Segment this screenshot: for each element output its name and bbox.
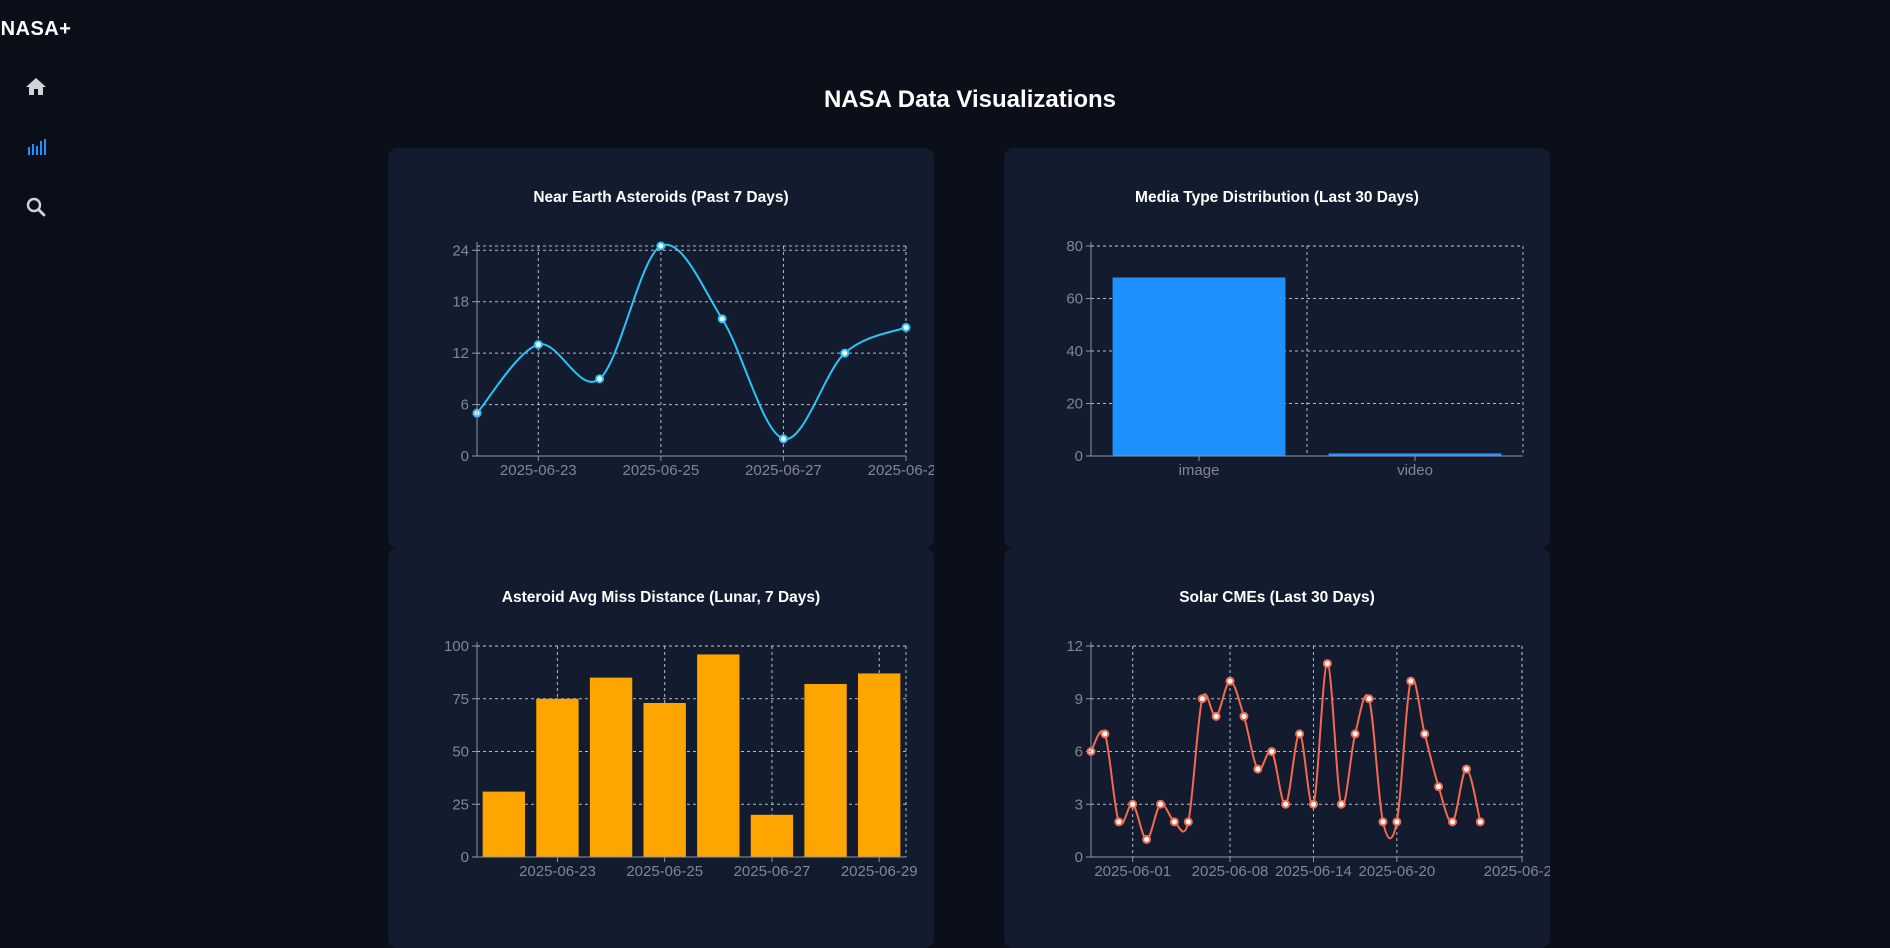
y-tick-label: 9 <box>1075 691 1083 708</box>
grid <box>1091 645 1523 857</box>
data-point[interactable] <box>1267 747 1277 756</box>
miss-distance-card: Asteroid Avg Miss Distance (Lunar, 7 Day… <box>388 548 934 948</box>
x-tick-label: 2025-06-23 <box>519 863 596 880</box>
asteroids-chart: 0 6 12 18 24 2025-06-23 2025-06-25 2025-06-27 20… <box>452 241 934 479</box>
data-point[interactable] <box>1461 764 1471 774</box>
data-point[interactable] <box>1434 782 1444 792</box>
bar[interactable] <box>536 698 579 857</box>
y-tick-label: 6 <box>1075 744 1083 761</box>
y-tick-label: 0 <box>461 849 469 866</box>
x-tick-label: 2025-06-25 <box>626 863 703 880</box>
data-point[interactable] <box>901 322 911 332</box>
y-tick-label: 75 <box>452 691 469 708</box>
y-tick-label: 0 <box>1075 849 1083 866</box>
data-point[interactable] <box>1308 799 1318 809</box>
data-point[interactable] <box>1364 694 1374 704</box>
x-tick-label: video <box>1397 462 1433 479</box>
x-tick-label: 2025-06-14 <box>1275 863 1352 880</box>
y-tick-label: 100 <box>444 638 469 655</box>
y-tick-label: 24 <box>452 242 469 259</box>
bar[interactable] <box>858 673 901 857</box>
data-point[interactable] <box>1128 799 1138 809</box>
cme-chart: 0 3 6 9 12 2025-06-01 2025-06-08 2025-06-14 2025… <box>1066 638 1550 880</box>
data-point[interactable] <box>1281 799 1291 809</box>
search-icon <box>26 197 46 217</box>
data-point[interactable] <box>1253 764 1263 774</box>
y-tick-label: 20 <box>1066 396 1083 413</box>
data-point[interactable] <box>1197 694 1207 704</box>
y-tick-label: 0 <box>461 448 469 465</box>
data-point[interactable] <box>1378 817 1388 827</box>
media-card: Media Type Distribution (Last 30 Days) 0… <box>1004 148 1550 548</box>
y-tick-label: 3 <box>1075 796 1083 813</box>
y-tick-label: 6 <box>461 397 469 414</box>
media-chart: 0 20 40 60 80 image video <box>1066 238 1524 479</box>
bar[interactable] <box>1112 277 1286 457</box>
y-tick-label: 60 <box>1066 291 1083 308</box>
data-point[interactable] <box>1114 817 1124 827</box>
data-point[interactable] <box>1350 729 1360 739</box>
data-point[interactable] <box>1169 817 1179 827</box>
cme-card: Solar CMEs (Last 30 Days) 0 3 6 9 12 2025-06-… <box>1004 548 1550 948</box>
x-tick-label: 2025-06-23 <box>500 462 577 479</box>
x-tick-label: 2025-06-20 <box>1359 863 1436 880</box>
bar[interactable] <box>697 654 740 857</box>
y-tick-label: 18 <box>452 294 469 311</box>
data-point[interactable] <box>1100 729 1110 739</box>
data-point[interactable] <box>1447 817 1457 827</box>
nav-home[interactable] <box>19 70 53 104</box>
brand-logo: NASA+ <box>0 18 72 40</box>
data-point[interactable] <box>1225 676 1235 686</box>
y-tick-label: 50 <box>452 744 469 761</box>
data-point[interactable] <box>1142 834 1152 844</box>
page-title: NASA Data Visualizations <box>823 86 1117 113</box>
bar[interactable] <box>643 702 686 857</box>
chart-icon <box>28 139 46 155</box>
data-point[interactable] <box>1406 676 1416 686</box>
data-point[interactable] <box>1183 817 1193 827</box>
sidebar: NASA+ <box>0 0 78 936</box>
asteroids-card: Near Earth Asteroids (Past 7 Days) 0 6 12 1… <box>388 148 934 548</box>
nav-charts[interactable] <box>19 130 53 164</box>
y-tick-label: 12 <box>1066 638 1083 655</box>
y-tick-label: 80 <box>1066 238 1083 255</box>
y-tick-label: 12 <box>452 345 469 362</box>
x-tick-label: 2025-06-25 <box>622 462 699 479</box>
miss-distance-chart: 0 25 50 75 100 2025-06-23 2025-06-25 2025-06-27… <box>444 638 918 880</box>
y-tick-label: 40 <box>1066 343 1083 360</box>
x-tick-label: 2025-06-29 <box>868 462 934 479</box>
data-point[interactable] <box>533 340 543 350</box>
x-tick-label: 2025-06-27 <box>745 462 822 479</box>
data-point[interactable] <box>840 348 850 358</box>
data-point[interactable] <box>1322 659 1332 669</box>
x-tick-label: 2025-06-29 <box>841 863 918 880</box>
home-icon <box>26 78 46 95</box>
x-tick-label: 2025-06-29 <box>1484 863 1550 880</box>
data-point[interactable] <box>1475 817 1485 827</box>
x-tick-label: image <box>1179 462 1220 479</box>
bar[interactable] <box>804 683 847 857</box>
data-point[interactable] <box>717 314 727 324</box>
x-tick-label: 2025-06-27 <box>734 863 811 880</box>
data-point[interactable] <box>1211 711 1221 721</box>
y-tick-label: 0 <box>1075 448 1083 465</box>
data-point[interactable] <box>1156 799 1166 809</box>
bar[interactable] <box>750 814 794 857</box>
data-point[interactable] <box>1239 711 1249 721</box>
nav-search[interactable] <box>19 190 53 224</box>
data-point[interactable] <box>656 241 666 251</box>
x-tick-label: 2025-06-08 <box>1192 863 1269 880</box>
x-tick-label: 2025-06-01 <box>1094 863 1171 880</box>
data-point[interactable] <box>1295 729 1305 739</box>
y-tick-label: 25 <box>452 796 469 813</box>
data-point[interactable] <box>1420 729 1430 739</box>
bar[interactable] <box>482 791 525 857</box>
data-point[interactable] <box>778 434 788 444</box>
data-point[interactable] <box>1336 799 1346 809</box>
data-point[interactable] <box>1392 817 1402 827</box>
data-point[interactable] <box>595 374 605 384</box>
bar[interactable] <box>589 677 633 857</box>
